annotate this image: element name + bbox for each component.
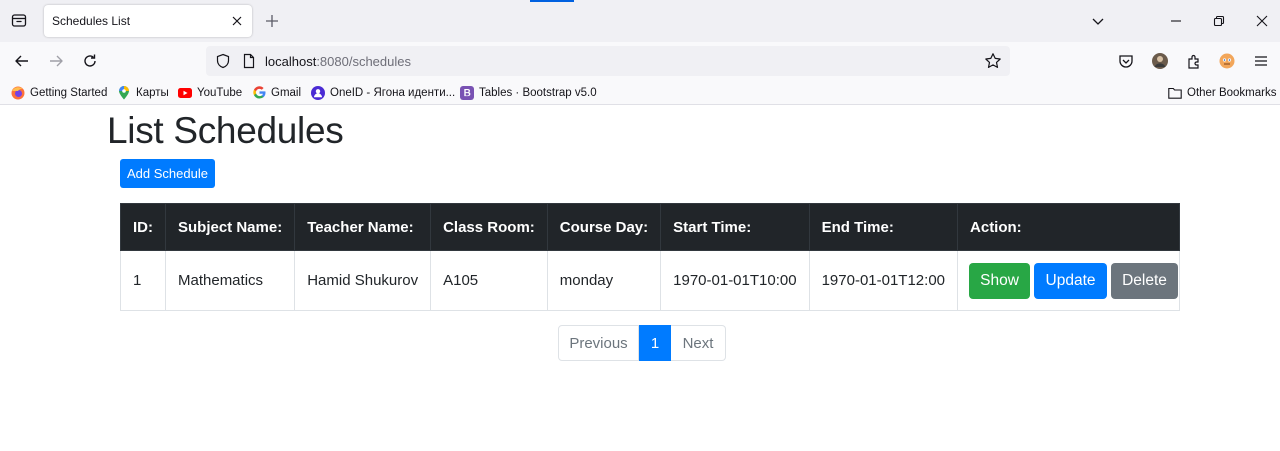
close-window-icon[interactable] xyxy=(1252,11,1272,31)
back-arrow-icon[interactable] xyxy=(12,51,32,71)
tab-title: Schedules List xyxy=(52,14,131,28)
bookmark-label: Tables · Bootstrap v5.0 xyxy=(479,86,597,99)
restore-icon[interactable] xyxy=(1209,11,1229,31)
add-schedule-button[interactable]: Add Schedule xyxy=(120,159,215,188)
bookmarks-toolbar: Getting Started Карты YouTube Gmail OneI… xyxy=(0,80,1280,105)
hamburger-menu-icon[interactable] xyxy=(1251,51,1271,71)
bookmark-label: OneID - Ягона иденти... xyxy=(330,86,456,99)
cell-end-time: 1970-01-01T12:00 xyxy=(808,250,959,311)
cell-subject: Mathematics xyxy=(164,250,296,311)
cell-id: 1 xyxy=(120,250,166,311)
bookmark-label: Getting Started xyxy=(30,86,108,99)
column-header-day: Course Day: xyxy=(546,203,662,251)
column-header-id: ID: xyxy=(120,203,166,251)
bookmark-maps[interactable]: Карты xyxy=(117,84,169,101)
update-button[interactable]: Update xyxy=(1034,262,1108,299)
url-host: localhost xyxy=(265,54,317,69)
bootstrap-icon xyxy=(460,85,474,100)
table-row: 1 Mathematics Hamid Shukurov A105 monday… xyxy=(120,250,1181,311)
chevron-down-icon[interactable] xyxy=(1088,11,1108,31)
maps-pin-icon xyxy=(117,85,131,100)
page-info-icon[interactable] xyxy=(241,53,257,69)
bookmark-getting-started[interactable]: Getting Started xyxy=(11,84,107,101)
column-header-teacher: Teacher Name: xyxy=(294,203,432,251)
page-content: List Schedules Add Schedule ID: Subject … xyxy=(0,106,1280,451)
bookmark-oneid[interactable]: OneID - Ягона иденти... xyxy=(311,84,455,101)
firefox-view-icon[interactable] xyxy=(9,10,29,30)
schedules-table: ID: Subject Name: Teacher Name: Class Ro… xyxy=(120,203,1181,311)
table-header-row: ID: Subject Name: Teacher Name: Class Ro… xyxy=(120,203,1181,251)
tab-drag-indicator xyxy=(530,0,574,2)
forward-arrow-icon[interactable] xyxy=(46,51,66,71)
nav-bar: localhost:8080/schedules xyxy=(0,42,1280,80)
tab-bar: Schedules List xyxy=(0,0,1280,42)
cell-day: monday xyxy=(546,250,662,311)
oneid-icon xyxy=(311,85,325,100)
column-header-subject: Subject Name: xyxy=(164,203,296,251)
pocket-icon[interactable] xyxy=(1116,51,1136,71)
bookmark-label: Gmail xyxy=(271,86,302,99)
extension-face-icon[interactable] xyxy=(1217,51,1237,71)
page-title: List Schedules xyxy=(107,110,344,151)
column-header-start: Start Time: xyxy=(660,203,810,251)
folder-icon xyxy=(1168,86,1182,100)
bookmark-label: YouTube xyxy=(197,86,243,99)
firefox-icon xyxy=(11,86,25,100)
cell-actions: Show Update Delete xyxy=(957,250,1181,311)
bookmark-bootstrap[interactable]: Tables · Bootstrap v5.0 xyxy=(460,84,597,101)
other-bookmarks-label: Other Bookmarks xyxy=(1187,86,1277,99)
bookmark-star-icon[interactable] xyxy=(984,52,1002,70)
minimize-icon[interactable] xyxy=(1166,11,1186,31)
other-bookmarks[interactable]: Other Bookmarks xyxy=(1168,84,1276,101)
url-text[interactable]: localhost:8080/schedules xyxy=(265,54,411,69)
bookmark-youtube[interactable]: YouTube xyxy=(178,84,242,101)
column-header-end: End Time: xyxy=(808,203,959,251)
url-bar[interactable]: localhost:8080/schedules xyxy=(206,46,1010,76)
bookmark-gmail[interactable]: Gmail xyxy=(252,84,301,101)
google-icon xyxy=(252,86,266,100)
youtube-icon xyxy=(178,86,192,100)
page-number-link[interactable]: 1 xyxy=(639,325,671,361)
active-tab[interactable]: Schedules List xyxy=(44,5,252,37)
next-page-link[interactable]: Next xyxy=(671,325,726,361)
column-header-action: Action: xyxy=(957,203,1181,251)
show-button[interactable]: Show xyxy=(969,262,1031,299)
new-tab-icon[interactable] xyxy=(262,11,282,31)
previous-page-link[interactable]: Previous xyxy=(558,325,639,361)
cell-start-time: 1970-01-01T10:00 xyxy=(660,250,810,311)
bookmark-label: Карты xyxy=(136,86,169,99)
column-header-room: Class Room: xyxy=(430,203,548,251)
pagination: Previous 1 Next xyxy=(558,325,726,361)
extensions-icon[interactable] xyxy=(1184,51,1204,71)
cell-room: A105 xyxy=(430,250,548,311)
account-avatar-icon[interactable] xyxy=(1150,51,1170,71)
url-path: :8080/schedules xyxy=(316,54,411,69)
tracking-shield-icon[interactable] xyxy=(215,53,231,69)
reload-icon[interactable] xyxy=(80,51,100,71)
cell-teacher: Hamid Shukurov xyxy=(294,250,432,311)
close-tab-icon[interactable] xyxy=(229,13,245,29)
delete-button[interactable]: Delete xyxy=(1111,262,1179,299)
